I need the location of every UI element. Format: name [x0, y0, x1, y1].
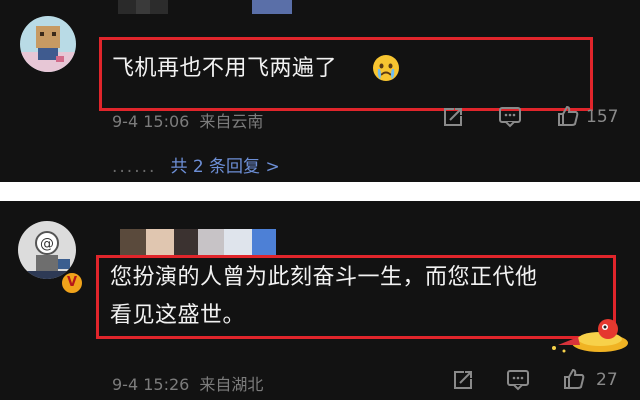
comment-location: 来自湖北	[199, 375, 264, 394]
comment-meta: 9-4 15:06 来自云南	[112, 108, 263, 132]
view-replies-link[interactable]: ...... 共 2 条回复 >	[112, 152, 280, 177]
comment-icon[interactable]	[498, 106, 522, 132]
svg-text:@: @	[40, 236, 54, 252]
comment-date: 9-4 15:06	[112, 112, 190, 131]
comment-text: 您扮演的人曾为此刻奋斗一生，而您正代他 看见这盛世。	[110, 265, 538, 328]
username-blurred[interactable]	[118, 0, 228, 14]
comment-meta: 9-4 15:26 来自湖北	[112, 371, 263, 395]
comment-icon[interactable]	[506, 369, 530, 395]
comment-text: 飞机再也不用飞两遍了	[112, 56, 338, 81]
avatar[interactable]	[20, 16, 76, 72]
like-icon[interactable]	[562, 367, 586, 395]
like-count: 27	[596, 370, 618, 390]
username-blurred[interactable]	[120, 229, 290, 255]
username-blurred	[252, 0, 292, 14]
comment-card: @ V 您扮演的人曾为此刻奋斗一生，而您正代他 看见这盛世。 9-4 15:26…	[0, 201, 640, 400]
firecracker-sticker-icon	[548, 315, 630, 359]
like-icon[interactable]	[556, 104, 580, 132]
crying-face-icon	[372, 54, 400, 86]
verified-badge-icon: V	[60, 271, 84, 295]
share-icon[interactable]	[442, 106, 464, 132]
like-count: 157	[586, 107, 619, 127]
avatar[interactable]: @	[18, 221, 76, 279]
comment-location: 来自云南	[199, 112, 264, 131]
comment-date: 9-4 15:26	[112, 375, 190, 394]
share-icon[interactable]	[452, 369, 474, 395]
comment-card: 飞机再也不用飞两遍了 9-4 15:06 来自云南 157 ...... 共 2…	[0, 0, 640, 182]
